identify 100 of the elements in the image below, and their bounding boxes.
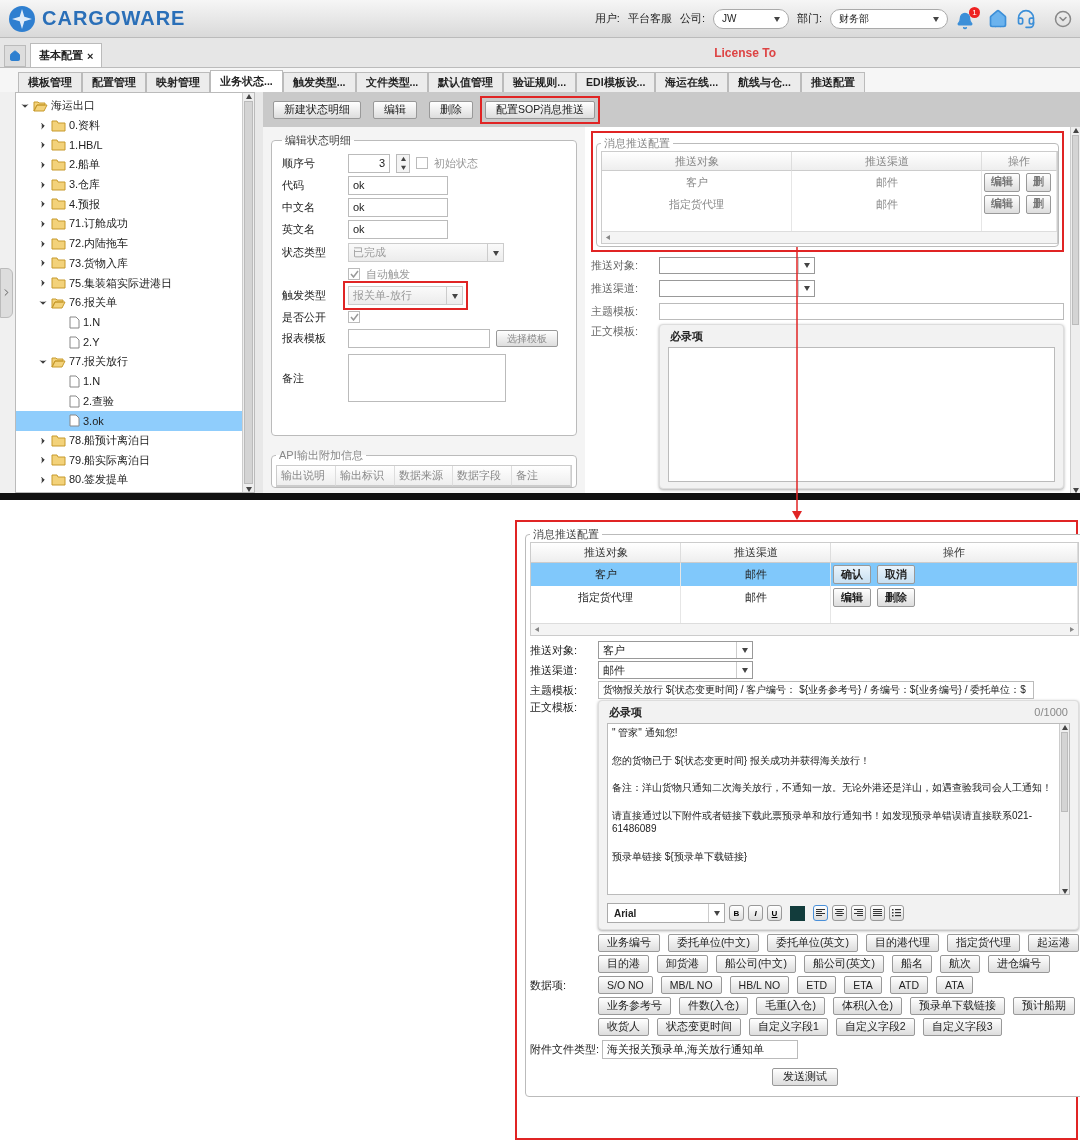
row-action-button[interactable]: 删除 (877, 588, 915, 607)
dropdown-circle-icon[interactable] (1054, 9, 1072, 28)
tree-item[interactable]: 2.查验 (16, 391, 242, 411)
number-field[interactable]: 3 (348, 153, 390, 173)
vertical-scrollbar[interactable] (1059, 724, 1069, 894)
sub-tab[interactable]: 默认值管理 (428, 72, 504, 92)
tree-item[interactable]: 71.订舱成功 (16, 214, 242, 234)
data-item-button[interactable]: 自定义字段2 (835, 1018, 915, 1036)
toolbar-button[interactable]: 删除 (429, 100, 473, 119)
horizontal-scrollbar[interactable] (602, 231, 1057, 243)
data-item-button[interactable]: MB/L NO (660, 976, 722, 994)
dropdown[interactable]: 邮件 (598, 661, 753, 679)
data-item-button[interactable]: HB/L NO (729, 976, 790, 994)
tree-item[interactable]: 3.仓库 (16, 174, 242, 195)
caret-icon[interactable] (741, 667, 748, 673)
data-item-button[interactable]: ETD (797, 976, 837, 994)
data-item-button[interactable]: ETA (844, 976, 882, 994)
spinner-control[interactable] (396, 153, 410, 173)
sub-tab[interactable]: 文件类型... (355, 72, 429, 92)
close-icon[interactable]: × (87, 49, 94, 62)
data-item-button[interactable]: S/O NO (598, 976, 653, 994)
caret-icon[interactable] (803, 262, 810, 268)
sub-tab[interactable]: EDI模板设... (576, 72, 656, 92)
text-field[interactable]: ok (348, 219, 448, 239)
data-item-button[interactable]: 船公司(中文) (716, 955, 796, 973)
data-item-button[interactable]: ATA (936, 976, 973, 994)
data-item-button[interactable]: 业务编号 (598, 934, 660, 952)
tree-item[interactable]: 72.内陆拖车 (16, 233, 242, 254)
row-action-button[interactable]: 取消 (877, 565, 915, 584)
row-action-button[interactable]: 编辑 (984, 194, 1020, 214)
sub-tab[interactable]: 模板管理 (18, 72, 82, 92)
list-button[interactable] (889, 905, 904, 921)
toolbar-button[interactable]: 编辑 (373, 100, 417, 119)
data-item-button[interactable]: 业务参考号 (598, 997, 671, 1015)
data-item-button[interactable]: 自定义字段1 (749, 1018, 828, 1036)
data-item-button[interactable]: 卸货港 (657, 955, 708, 973)
data-item-button[interactable]: 收货人 (598, 1018, 649, 1036)
row-action-button[interactable]: 编辑 (984, 172, 1020, 192)
vertical-scrollbar[interactable] (242, 93, 254, 492)
align-button[interactable] (813, 905, 828, 921)
tree-item[interactable]: 79.船实际离泊日 (16, 450, 242, 471)
row-action-button[interactable]: 编辑 (833, 588, 871, 607)
tree-item[interactable]: 73.货物入库 (16, 253, 242, 274)
data-item-button[interactable]: 体积(入仓) (833, 997, 902, 1015)
template-field[interactable] (348, 329, 490, 348)
headset-icon[interactable] (1016, 8, 1036, 29)
data-item-button[interactable]: 预录单下载链接 (910, 997, 1005, 1015)
dropdown[interactable]: 客户 (598, 641, 753, 659)
data-item-button[interactable]: 进仓编号 (988, 955, 1050, 973)
tree-item[interactable]: 4.预报 (16, 194, 242, 215)
sub-tab[interactable]: 映射管理 (146, 72, 210, 92)
text-color-swatch[interactable] (790, 905, 805, 921)
tree-item[interactable]: 75.集装箱实际进港日 (16, 273, 242, 293)
tree-item[interactable]: 1.N (16, 312, 242, 333)
align-button[interactable] (870, 905, 885, 921)
data-item-button[interactable]: 委托单位(英文) (767, 934, 858, 952)
toolbar-button[interactable]: 配置SOP消息推送 (485, 100, 596, 119)
data-item-button[interactable]: 件数(入仓) (679, 997, 748, 1015)
sub-tab[interactable]: 航线与仓... (728, 72, 801, 92)
sub-tab[interactable]: 业务状态... (210, 70, 283, 92)
tree-item[interactable]: 76.报关单 (16, 292, 242, 313)
data-item-button[interactable]: 委托单位(中文) (668, 934, 759, 952)
format-button[interactable]: B (729, 905, 744, 921)
format-button[interactable]: I (748, 905, 763, 921)
sub-tab[interactable]: 推送配置 (800, 72, 865, 92)
row-action-button[interactable]: 删 (1026, 172, 1051, 192)
send-test-button[interactable]: 发送测试 (771, 1068, 838, 1086)
sub-tab[interactable]: 海运在线... (655, 72, 729, 92)
text-field[interactable]: ok (348, 197, 448, 217)
tree-item[interactable]: 78.船预计离泊日 (16, 430, 242, 451)
tree-item[interactable]: 2.船单 (16, 155, 242, 175)
tree-item[interactable]: 80.签发提单 (16, 470, 242, 490)
data-item-button[interactable]: 自定义字段3 (922, 1018, 1002, 1036)
toolbar-button[interactable]: 新建状态明细 (273, 100, 361, 119)
sub-tab[interactable]: 触发类型... (282, 72, 356, 92)
data-item-button[interactable]: 预计船期 (1013, 997, 1075, 1015)
align-button[interactable] (832, 905, 847, 921)
tree-item[interactable]: 1.N (16, 371, 242, 392)
page-tab[interactable]: 基本配置 × (30, 43, 103, 67)
data-item-button[interactable]: 目的港 (598, 955, 649, 973)
data-item-button[interactable]: 船公司(英文) (804, 955, 884, 973)
rich-text-editor[interactable]: 必录项 0/1000 " 管家" 通知您! 您的货物已于 ${状态变更时间} 报关成功并获得海关放行！ 备注：洋山货物只通知二次海关放行，不通知一放。无论外港还是洋山，如遇查验我司会人工通知！ 请直接通过以下附件或者链接下载此票预录单和放行通知书！如发现预录单错误请直接联系021-61486089 预录单链接 ${预录单下载链接} Arial B I U (598, 700, 1079, 930)
caret-icon[interactable] (803, 285, 810, 291)
department-dropdown[interactable]: 财务部 (830, 8, 948, 29)
data-item-button[interactable]: 状态变更时间 (657, 1018, 741, 1036)
home-tab[interactable] (4, 45, 26, 67)
data-item-button[interactable]: 指定货代理 (947, 934, 1020, 952)
data-item-button[interactable]: 目的港代理 (866, 934, 939, 952)
data-item-button[interactable]: 船名 (892, 955, 932, 973)
text-field[interactable]: ok (348, 175, 448, 195)
caret-icon[interactable] (713, 910, 720, 916)
tree-item[interactable]: 0.资料 (16, 115, 242, 136)
align-button[interactable] (851, 905, 866, 921)
row-action-button[interactable]: 确认 (833, 565, 871, 584)
home-icon[interactable] (988, 8, 1008, 29)
tree-item[interactable]: 3.ok (16, 411, 242, 431)
row-action-button[interactable]: 删 (1026, 194, 1051, 214)
vertical-scrollbar[interactable] (1070, 127, 1080, 493)
data-item-button[interactable]: 毛重(入仓) (756, 997, 825, 1015)
sub-tab[interactable]: 验证规则... (503, 72, 577, 92)
